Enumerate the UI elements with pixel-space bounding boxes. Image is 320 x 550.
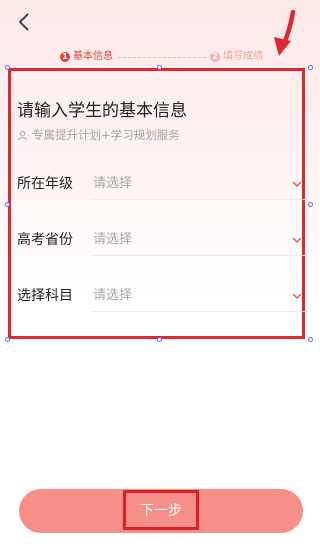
- grade-placeholder: 请选择: [93, 176, 133, 191]
- form-subtitle: 专属提升计划+学习规划服务: [17, 127, 180, 143]
- grade-label: 所在年级: [17, 176, 73, 192]
- selection-handle: [157, 337, 162, 342]
- province-field: 高考省份 请选择: [17, 228, 307, 256]
- selection-handle: [308, 65, 313, 70]
- subject-field: 选择科目 请选择: [17, 284, 307, 312]
- province-placeholder: 请选择: [93, 232, 133, 247]
- next-step-highlight: 下一步: [123, 490, 199, 530]
- chevron-down-icon: [292, 237, 302, 243]
- form-title: 请输入学生的基本信息: [17, 101, 187, 121]
- province-select[interactable]: 请选择: [91, 224, 307, 256]
- chevron-down-icon: [292, 181, 302, 187]
- grade-field: 所在年级 请选择: [17, 172, 307, 200]
- subject-placeholder: 请选择: [93, 288, 133, 303]
- back-chevron-icon: [19, 13, 29, 31]
- user-outline-icon: [17, 130, 28, 140]
- selection-handle: [5, 337, 10, 342]
- subject-label: 选择科目: [17, 288, 73, 304]
- step-label: 基本信息: [73, 51, 113, 62]
- selection-handle: [308, 337, 313, 342]
- step-fill-scores: 2 填写成绩: [210, 47, 263, 67]
- selection-handle: [308, 202, 313, 207]
- next-step-label: 下一步: [140, 502, 182, 518]
- province-label: 高考省份: [17, 232, 73, 248]
- form-subtitle-text: 专属提升计划+学习规划服务: [32, 128, 180, 142]
- next-step-button[interactable]: 下一步: [19, 489, 303, 533]
- back-button[interactable]: [12, 10, 36, 34]
- step-basic-info: 1 基本信息: [60, 47, 113, 67]
- subject-select[interactable]: 请选择: [91, 280, 307, 312]
- selection-handle: [5, 65, 10, 70]
- annotation-arrow-icon: [274, 10, 296, 56]
- step-label: 填写成绩: [223, 51, 263, 62]
- grade-select[interactable]: 请选择: [91, 168, 307, 200]
- step-number: 2: [210, 52, 220, 62]
- step-number: 1: [60, 52, 70, 62]
- step-connector: [118, 57, 206, 58]
- selection-handle: [157, 65, 162, 70]
- chevron-down-icon: [292, 293, 302, 299]
- selection-handle: [5, 202, 10, 207]
